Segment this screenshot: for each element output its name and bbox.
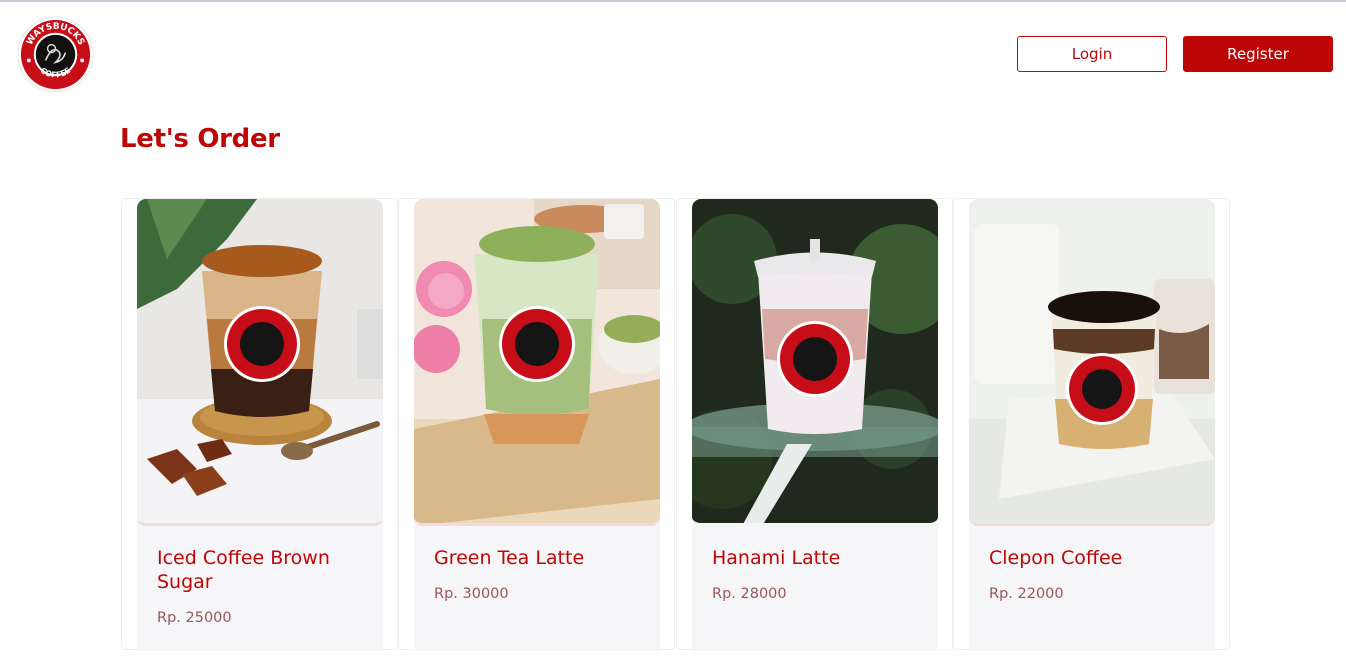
login-button[interactable]: Login xyxy=(1017,36,1167,72)
product-price: Rp. 28000 xyxy=(712,586,787,602)
product-price: Rp. 25000 xyxy=(157,610,232,626)
product-image[interactable] xyxy=(692,199,938,526)
top-border xyxy=(0,0,1346,2)
product-name[interactable]: Hanami Latte xyxy=(712,546,922,570)
product-name[interactable]: Iced Coffee Brown Sugar xyxy=(157,546,367,594)
product-card[interactable]: Hanami Latte Rp. 28000 xyxy=(676,198,953,651)
product-card[interactable]: Green Tea Latte Rp. 30000 xyxy=(398,198,675,651)
product-name[interactable]: Green Tea Latte xyxy=(434,546,644,570)
product-price: Rp. 22000 xyxy=(989,586,1064,602)
product-card-body: Clepon Coffee Rp. 22000 xyxy=(969,199,1215,651)
product-card-body: Hanami Latte Rp. 28000 xyxy=(692,199,938,651)
product-image[interactable] xyxy=(414,199,660,526)
waysbucks-logo[interactable]: WAYSBUCKS COFFEE xyxy=(16,15,95,94)
product-card[interactable]: Iced Coffee Brown Sugar Rp. 25000 xyxy=(121,198,398,651)
product-card[interactable]: Clepon Coffee Rp. 22000 xyxy=(953,198,1230,651)
product-price: Rp. 30000 xyxy=(434,586,509,602)
product-image[interactable] xyxy=(137,199,383,526)
page-title: Let's Order xyxy=(120,124,280,154)
product-image[interactable] xyxy=(969,199,1215,526)
product-card-body: Green Tea Latte Rp. 30000 xyxy=(414,199,660,651)
product-card-body: Iced Coffee Brown Sugar Rp. 25000 xyxy=(137,199,383,651)
product-name[interactable]: Clepon Coffee xyxy=(989,546,1199,570)
register-button[interactable]: Register xyxy=(1183,36,1333,72)
